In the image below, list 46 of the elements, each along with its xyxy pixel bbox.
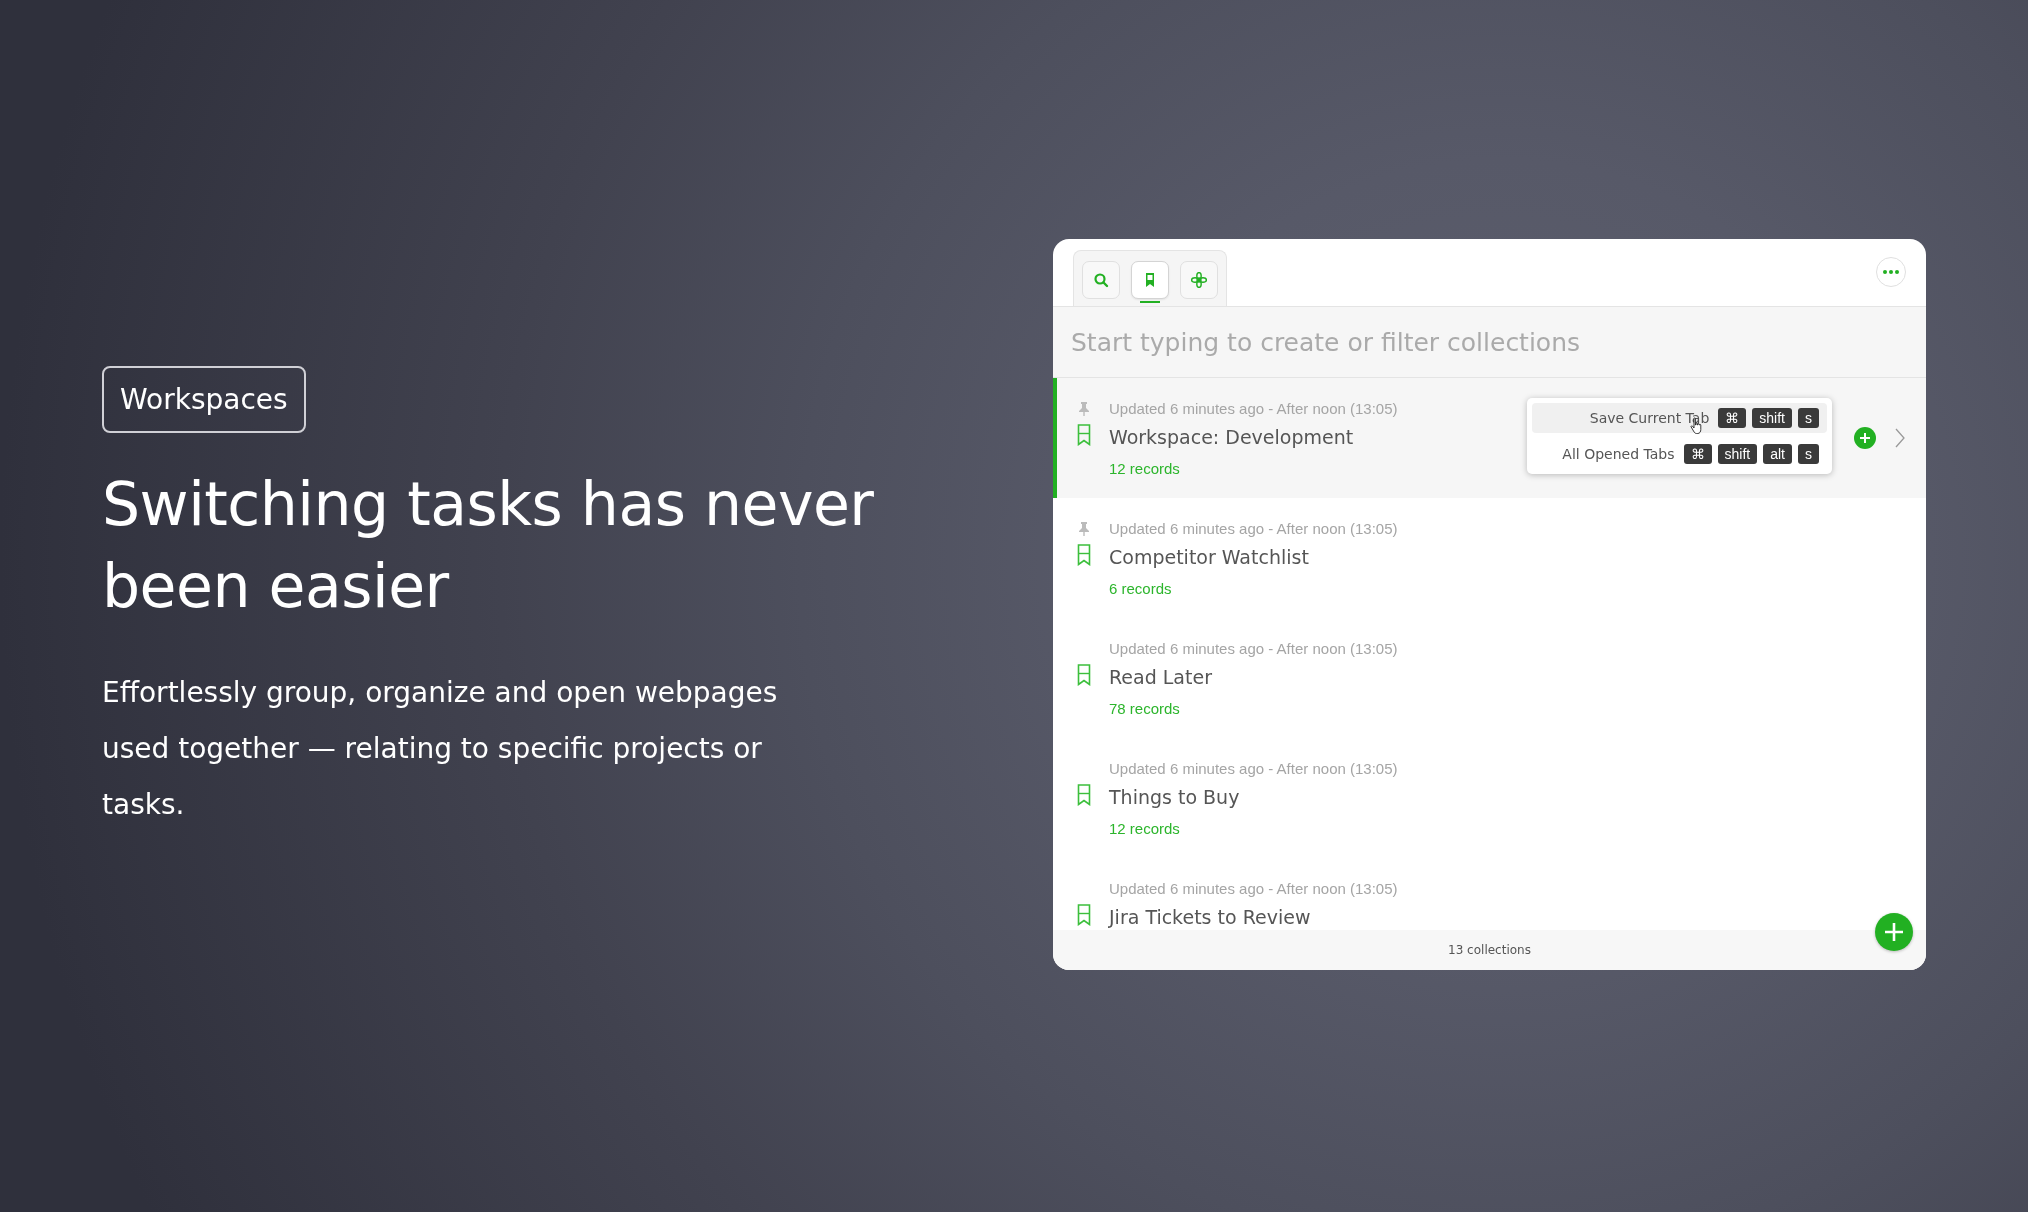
shortcut-key: s (1798, 444, 1819, 464)
tab[interactable] (1180, 261, 1218, 299)
collection-name: Read Later (1109, 666, 1213, 688)
record-count: 12 records (1109, 820, 1181, 837)
updated-time: Updated 6 minutes ago - After noon (13:05) (1109, 640, 1398, 657)
section-badge: Workspaces (102, 366, 306, 433)
description: Effortlessly group, organize and open webpages used together — relating to specific projects or tasks. (102, 675, 779, 823)
menu-item[interactable]: Save Current Tab ⌘ shift s (1532, 403, 1827, 433)
bookmark-icon (1077, 424, 1091, 446)
bookmark-icon (1077, 904, 1091, 926)
record-count: 12 records (1109, 460, 1181, 477)
shortcut-key: shift (1717, 444, 1758, 464)
collection-name: Competitor Watchlist (1109, 546, 1310, 568)
shortcut-key: shift (1752, 408, 1792, 428)
shortcut-key: ⌘ (1718, 408, 1747, 428)
collection-name: Things to Buy (1109, 786, 1241, 808)
record-count: 6 records (1109, 580, 1173, 597)
bookmark-icon (1077, 544, 1091, 566)
tab[interactable] (1082, 261, 1120, 299)
search-icon (1093, 272, 1109, 288)
menu-item-label: All Opened Tabs (1562, 446, 1675, 462)
updated-time: Updated 6 minutes ago - After noon (13:05) (1109, 520, 1398, 537)
chevron-right-icon[interactable] (1895, 428, 1905, 448)
menu-item[interactable]: All Opened Tabs ⌘ shift alt s (1532, 439, 1827, 469)
collection-name: Workspace: Development (1109, 426, 1355, 448)
more-button[interactable] (1876, 256, 1906, 287)
collection-row[interactable]: Updated 6 minutes ago - After noon (13:05) Workspace: Development 12 records Save Current Tab ⌘ shift s All Opened Tabs ⌘ shift alt s (1053, 378, 1926, 498)
bookmark-icon (1077, 784, 1091, 806)
menu-item-label: Save Current Tab (1589, 410, 1710, 426)
updated-time: Updated 6 minutes ago - After noon (13:05) (1109, 880, 1398, 897)
plus-icon (1884, 922, 1904, 942)
updated-time: Updated 6 minutes ago - After noon (13:05) (1109, 760, 1398, 777)
add-button[interactable] (1854, 427, 1876, 449)
updated-time: Updated 6 minutes ago - After noon (13:05) (1109, 400, 1398, 417)
more-icon (1883, 269, 1899, 274)
bookmark-icon (1077, 664, 1091, 686)
collection-name: Jira Tickets to Review (1109, 906, 1312, 928)
record-count: 78 records (1109, 700, 1181, 717)
collection-count: 13 collections (1448, 943, 1531, 957)
shortcut-key: ⌘ (1683, 444, 1712, 464)
headline: Switching tasks has never been easier (102, 468, 875, 623)
shortcut-key: s (1798, 408, 1819, 428)
shortcut-key: alt (1763, 444, 1792, 464)
plus-icon (1860, 433, 1870, 443)
flower-icon (1191, 272, 1207, 288)
search-field[interactable]: Start typing to create or filter collections (1053, 307, 1926, 378)
